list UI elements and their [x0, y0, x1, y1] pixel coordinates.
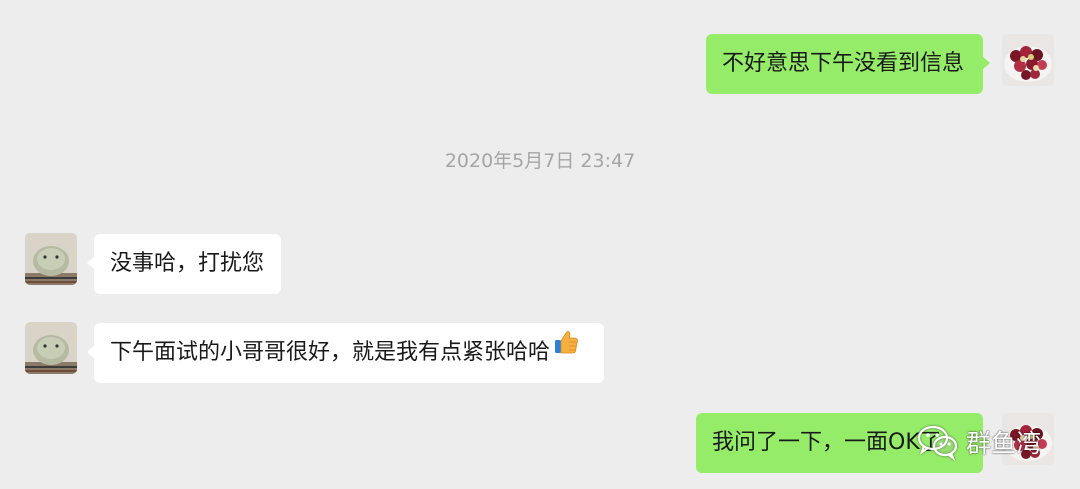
watermark: 群鱼湾: [916, 420, 1041, 464]
message-text: 没事哈，打扰您: [110, 251, 265, 276]
chat-timestamp: 2020年5月7日 23:47: [444, 150, 636, 172]
peer-avatar[interactable]: [25, 233, 77, 285]
message-bubble-outgoing[interactable]: 不好意思下午没看到信息: [706, 34, 990, 94]
peer-avatar[interactable]: [25, 322, 77, 374]
message-bubble-incoming[interactable]: 没事哈，打扰您: [87, 234, 281, 294]
message-text: 我问了一下，一面OK了: [712, 430, 942, 455]
plush-toy-avatar-image: [25, 233, 77, 285]
message-text: 下午面试的小哥哥很好，就是我有点紧张哈哈: [110, 340, 551, 365]
message-text: 不好意思下午没看到信息: [722, 51, 965, 76]
plush-toy-avatar-image: [25, 322, 77, 374]
my-avatar[interactable]: [1002, 34, 1054, 86]
fruit-bowl-avatar-image: [1002, 34, 1054, 86]
watermark-text: 群鱼湾: [966, 429, 1042, 458]
wechat-icon: [917, 425, 958, 461]
thumbs-up-icon: [552, 320, 580, 380]
message-bubble-incoming[interactable]: 下午面试的小哥哥很好，就是我有点紧张哈哈: [87, 320, 604, 383]
